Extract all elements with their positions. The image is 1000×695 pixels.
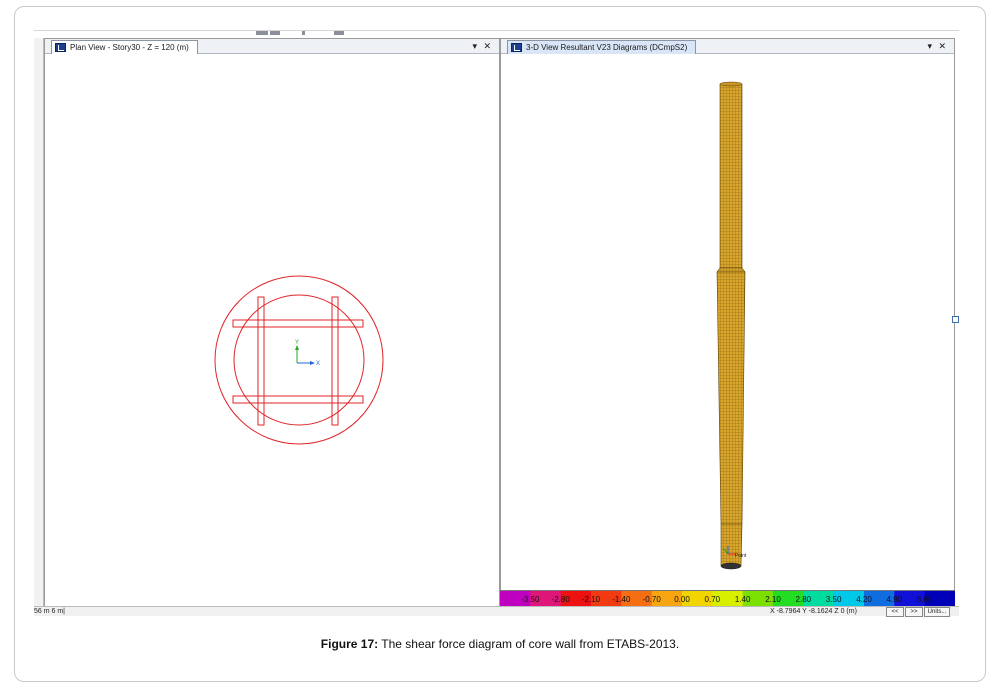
- legend-value: 4.90: [887, 595, 903, 604]
- tab-3d-view[interactable]: 3-D View Resultant V23 Diagrams (DCmpS2): [507, 40, 697, 54]
- legend-value: 0.00: [674, 595, 690, 604]
- legend-value: 5.60: [917, 595, 933, 604]
- status-left-text: 56 m 6 m|: [34, 608, 65, 615]
- figure-caption-text: The shear force diagram of core wall fro…: [378, 637, 680, 651]
- units-button[interactable]: Units...: [924, 607, 950, 617]
- plan-view-canvas[interactable]: Y X: [45, 54, 499, 607]
- plan-view-header: Plan View - Story30 - Z = 120 (m) ▾ ✕: [45, 39, 499, 54]
- legend-value: 2.80: [796, 595, 812, 604]
- point-label: Point: [735, 553, 747, 559]
- figure-caption: Figure 17: The shear force diagram of co…: [0, 637, 1000, 651]
- toolbar-button[interactable]: [270, 31, 280, 35]
- toolbar-button[interactable]: [256, 31, 268, 35]
- left-gutter: [34, 38, 44, 608]
- resize-handle[interactable]: [952, 316, 959, 323]
- axis-x-label: X: [316, 361, 320, 367]
- core-wall-outline: [214, 275, 384, 445]
- figure-label: Figure 17:: [320, 637, 379, 651]
- previous-button[interactable]: <<: [886, 607, 904, 617]
- plan-drawing: Y X: [214, 275, 384, 445]
- plan-view-pane[interactable]: Plan View - Story30 - Z = 120 (m) ▾ ✕ Y: [44, 38, 500, 608]
- legend-value: -3.50: [521, 595, 540, 604]
- status-bar: 56 m 6 m| X -8.7964 Y -8.1624 Z 0 (m) <<…: [34, 606, 959, 617]
- view-window-icon: [55, 43, 66, 52]
- legend-value: -0.70: [643, 595, 662, 604]
- 3d-view-title: 3-D View Resultant V23 Diagrams (DCmpS2): [526, 43, 688, 52]
- axis-y-label: Y: [295, 340, 299, 346]
- next-button[interactable]: >>: [905, 607, 923, 617]
- legend-scale: -3.50 -2.80 -2.10 -1.40 -0.70 0.00 0.70 1.40 2.1…: [500, 591, 955, 607]
- toolbar-button[interactable]: [302, 31, 305, 35]
- legend-value: 4.20: [856, 595, 872, 604]
- core-wall-3d-drawing: Point: [716, 81, 747, 570]
- shear-force-color-legend: -3.50 -2.80 -2.10 -1.40 -0.70 0.00 0.70 1.40 2.1…: [500, 590, 955, 607]
- axis-triad: Y X: [295, 340, 320, 367]
- cursor-coordinates: X -8.7964 Y -8.1624 Z 0 (m): [770, 608, 857, 615]
- legend-value: -2.10: [582, 595, 601, 604]
- tab-plan-view[interactable]: Plan View - Story30 - Z = 120 (m): [51, 40, 198, 54]
- legend-value: -1.40: [612, 595, 631, 604]
- legend-value: 1.40: [735, 595, 751, 604]
- core-wall-mesh: [716, 81, 746, 570]
- 3d-view-canvas[interactable]: Point: [501, 54, 954, 607]
- toolbar-button[interactable]: [334, 31, 344, 35]
- 3d-view-pane[interactable]: 3-D View Resultant V23 Diagrams (DCmpS2)…: [500, 38, 955, 608]
- plan-view-title: Plan View - Story30 - Z = 120 (m): [70, 43, 189, 52]
- 3d-view-header: 3-D View Resultant V23 Diagrams (DCmpS2)…: [501, 39, 954, 54]
- view-window-icon: [511, 43, 522, 52]
- 3d-view-controls[interactable]: ▾ ✕: [927, 40, 948, 53]
- plan-view-controls[interactable]: ▾ ✕: [472, 40, 493, 53]
- legend-value: 3.50: [826, 595, 842, 604]
- legend-value: 0.70: [705, 595, 721, 604]
- legend-value: 2.10: [765, 595, 781, 604]
- legend-value: -2.80: [552, 595, 571, 604]
- toolbar-strip: [34, 30, 959, 38]
